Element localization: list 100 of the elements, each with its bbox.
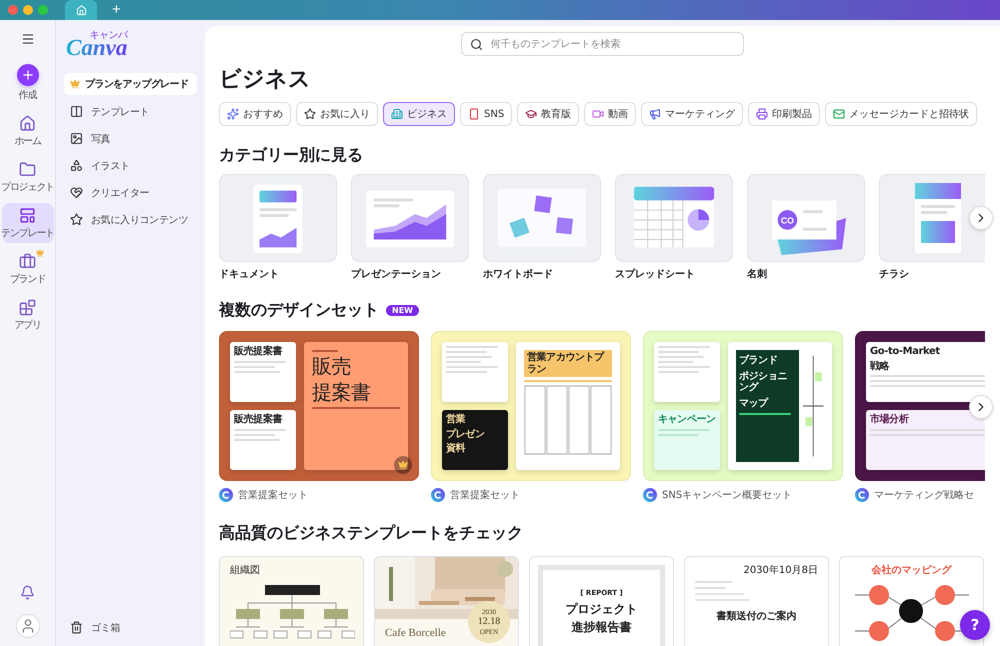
template-icon [70, 105, 83, 118]
search-input[interactable]: 何千ものテンプレートを検索 [488, 38, 734, 50]
logo-icon [855, 488, 869, 502]
template-title: プロジェクト [566, 602, 638, 616]
page-title: プレゼン [446, 428, 486, 440]
category-tile[interactable]: CO [747, 174, 865, 262]
category-label: 名刺 [747, 268, 768, 281]
trash-button[interactable]: ゴミ箱 [64, 617, 197, 638]
sparkles-icon [227, 108, 239, 120]
side-menu-item[interactable]: クリエイター [64, 182, 197, 203]
side-menu-item[interactable]: イラスト [64, 155, 197, 176]
new-tab-button[interactable]: + [108, 1, 125, 19]
set-name: マーケティング戦略セ [874, 488, 974, 502]
minimize-button[interactable] [23, 5, 33, 15]
side-menu-item[interactable]: 写真 [64, 128, 197, 149]
logo-icon [219, 488, 233, 502]
page-title: ブランド [739, 355, 778, 366]
logo-icon [431, 488, 445, 502]
design-set-card[interactable]: 営業 プレゼン 資料 営業アカウントプラン [431, 331, 631, 481]
template-card[interactable]: 組織図 [219, 556, 364, 646]
rail-button[interactable]: テンプレート [2, 203, 54, 243]
page-title: 販売提案書 [234, 414, 284, 426]
page-thumbnail [442, 342, 508, 402]
template-title: 進捗報告書 [572, 620, 632, 635]
filter-chip[interactable]: SNS [460, 102, 512, 126]
phone-icon [468, 108, 480, 120]
flyer-drawing [915, 183, 961, 253]
page-title: 提案書 [312, 381, 372, 404]
section-title: カテゴリー別に見る [219, 146, 364, 164]
section-title: 高品質のビジネステンプレートをチェック [219, 524, 524, 542]
filter-chip[interactable]: おすすめ [219, 102, 291, 126]
page-title: 資料 [446, 443, 466, 454]
star-icon [70, 213, 83, 226]
bell-icon [20, 585, 35, 600]
filter-chip[interactable]: お気に入り [296, 102, 378, 126]
design-set-card[interactable]: 販売提案書 販売提案書 販売 提案書 [219, 331, 419, 481]
house-icon [19, 115, 36, 132]
category-label: チラシ [879, 268, 910, 281]
plus-icon [16, 64, 38, 86]
video-camera-icon [592, 108, 604, 120]
page-title: キャンペーン [658, 414, 716, 426]
side-menu-item[interactable]: お気に入りコンテンツ [64, 209, 197, 230]
star-icon [304, 108, 316, 120]
set-name: 営業提案セット [450, 488, 520, 502]
set-name: 営業提案セット [238, 488, 308, 502]
rail-button[interactable]: アプリ [2, 295, 54, 335]
filter-chip[interactable]: マーケティング [641, 102, 744, 126]
new-badge: NEW [386, 304, 419, 316]
page-title: ポジショニング [739, 370, 788, 394]
search-icon [470, 38, 482, 50]
category-label: ドキュメント [219, 268, 280, 281]
filter-chip[interactable]: 動画 [584, 102, 636, 126]
category-label: プレゼンテーション [351, 267, 442, 281]
category-label: スプレッドシート [615, 267, 696, 281]
avatar-button[interactable] [16, 614, 40, 638]
page-title: 市場分析 [870, 414, 910, 426]
section-title: 複数のデザインセット [219, 301, 379, 319]
page-title: 営業アカウントプラン [524, 350, 612, 377]
template-title: Cafe Borcelle [385, 627, 446, 639]
trash-icon [70, 621, 83, 634]
megaphone-icon [649, 108, 662, 120]
printer-icon [756, 108, 768, 120]
category-tile[interactable] [879, 174, 985, 262]
page-title: 営業 [446, 414, 466, 426]
design-set-card[interactable]: Go-to-Market 戦略 市場分析 [855, 331, 985, 481]
rail-button[interactable]: プロジェクト [2, 157, 54, 197]
template-title: 組織図 [230, 565, 261, 577]
template-title: 書類送付のご案内 [716, 611, 796, 623]
image-icon [70, 132, 83, 145]
page-title: 販売提案書 [234, 346, 284, 358]
page-title: Go-to-Market [870, 346, 941, 358]
person-icon [20, 618, 36, 634]
menu-icon [20, 32, 34, 46]
search-field[interactable]: 何千ものテンプレートを検索 [460, 32, 744, 56]
blocks-icon [19, 299, 36, 316]
page-thumbnail [654, 342, 720, 402]
upgrade-button[interactable]: プランをアップグレード [64, 73, 197, 95]
next-button[interactable] [969, 395, 993, 419]
page-title: 販売 [312, 355, 352, 378]
set-name: SNSキャンペーン概要セット [662, 488, 792, 502]
rail-button[interactable]: ブランド [2, 249, 54, 289]
briefcase-icon [19, 253, 36, 270]
letter-date: 2030年10月8日 [743, 565, 818, 577]
design-set-card[interactable]: キャンペーン ブランド ポジショニング マップ [643, 331, 843, 481]
rail-button[interactable]: ホーム [2, 111, 54, 151]
next-button[interactable] [969, 206, 993, 230]
filter-chip[interactable]: メッセージカードと招待状 [825, 102, 978, 126]
house-icon [76, 4, 86, 16]
building-icon [391, 108, 403, 120]
filter-chip[interactable]: 印刷製品 [748, 102, 820, 126]
crown-icon [70, 79, 80, 89]
home-tab[interactable] [65, 0, 97, 20]
side-menu-item[interactable]: テンプレート [64, 101, 197, 122]
rail-button[interactable]: 作成 [2, 60, 54, 105]
template-card[interactable]: 2030年10月8日 書類送付のご案内 [684, 556, 829, 646]
template-title: 会社のマッピング [872, 565, 952, 577]
filter-chip[interactable]: 教育版 [517, 102, 580, 126]
filter-chip[interactable]: ビジネス [383, 102, 455, 126]
graduation-cap-icon [525, 108, 538, 120]
page-heading: ビジネス [219, 68, 312, 92]
